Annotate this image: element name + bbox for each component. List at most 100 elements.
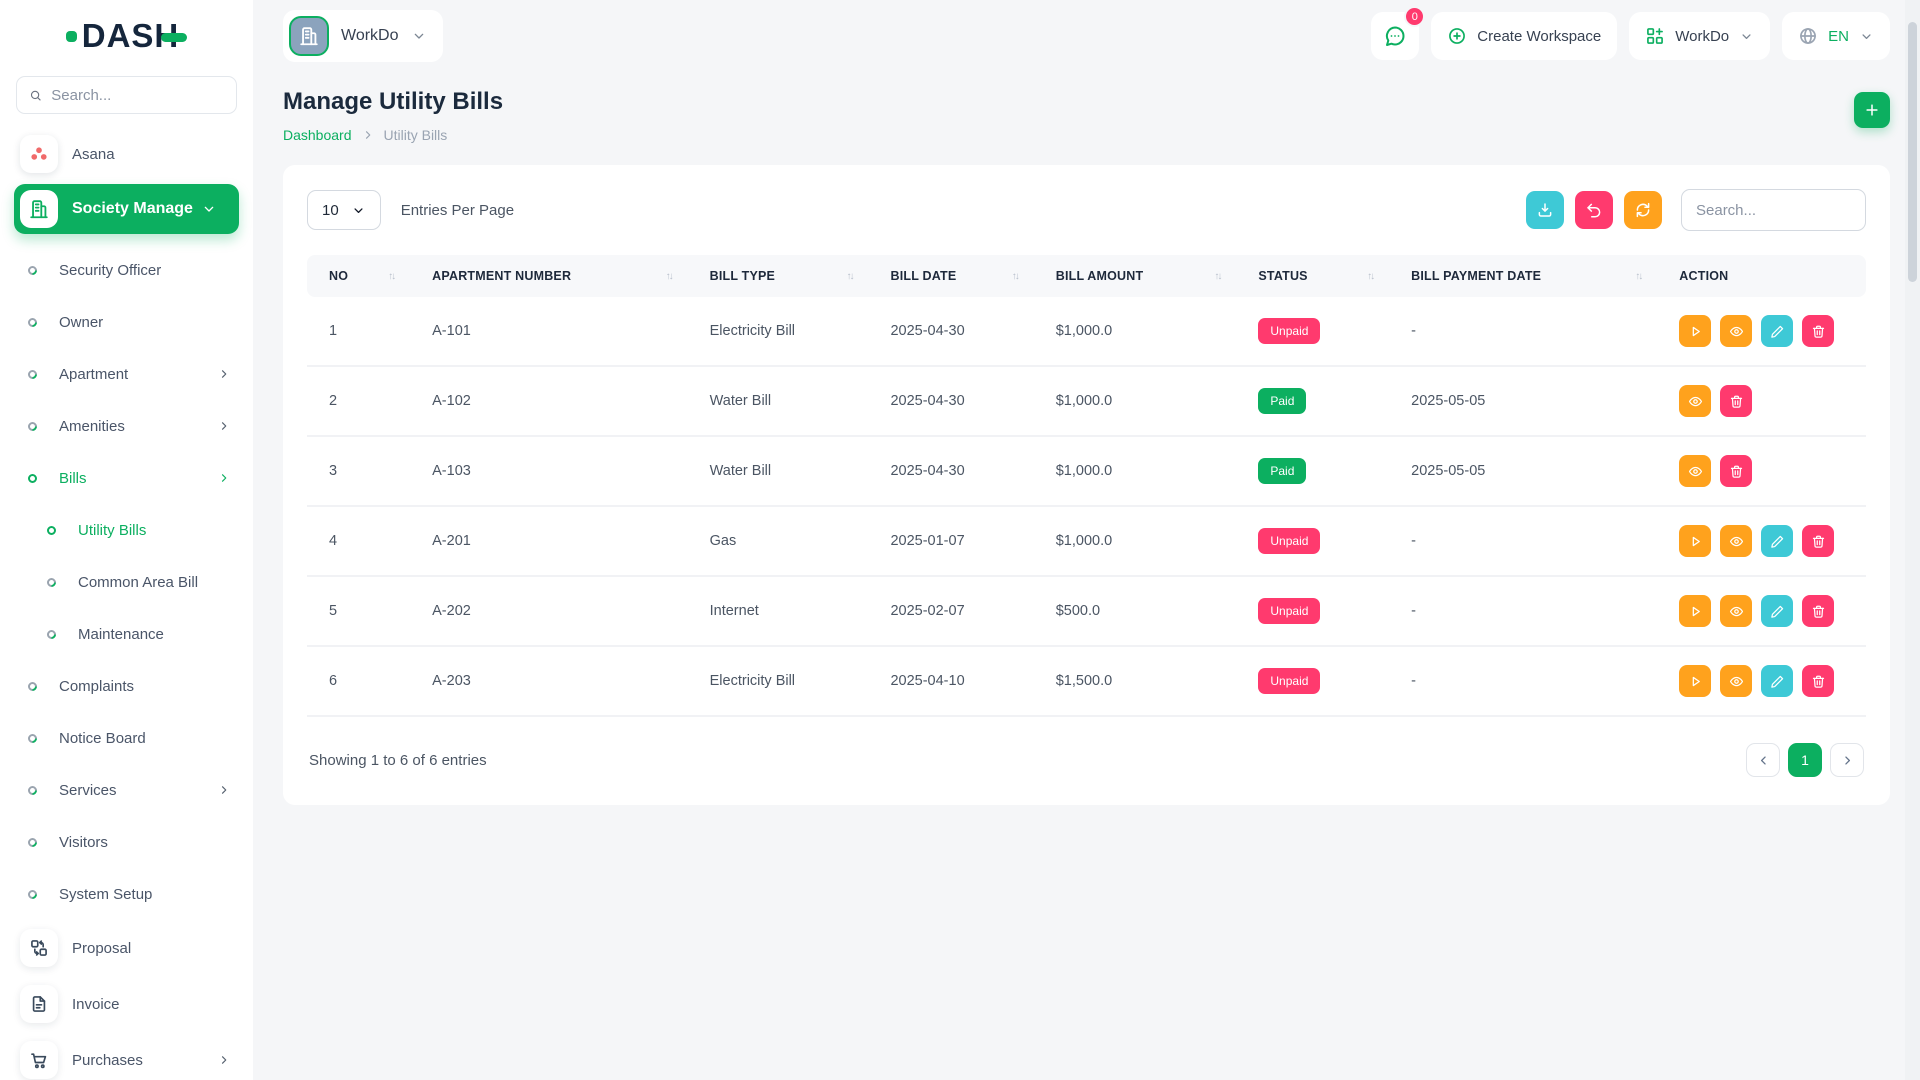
sidebar-item-owner[interactable]: Owner	[14, 296, 239, 348]
sidebar-item-apartment[interactable]: Apartment	[14, 348, 239, 400]
sort-icon[interactable]: ↑↓	[1012, 271, 1024, 282]
sidebar-item-utility-bills[interactable]: Utility Bills	[14, 504, 239, 556]
create-workspace-button[interactable]: Create Workspace	[1431, 12, 1617, 60]
sidebar-item-services[interactable]: Services	[14, 764, 239, 816]
add-bill-button[interactable]	[1854, 92, 1890, 128]
cell-bill-date: 2025-04-30	[874, 297, 1039, 366]
column-header-status[interactable]: STATUS↑↓	[1242, 255, 1395, 297]
cell-action	[1663, 366, 1866, 436]
sort-icon[interactable]: ↑↓	[1635, 271, 1647, 282]
delete-icon	[1729, 464, 1744, 479]
play-action-button[interactable]	[1679, 665, 1711, 697]
play-action-button[interactable]	[1679, 595, 1711, 627]
workspace-switcher[interactable]: WorkDo	[1629, 12, 1770, 60]
eye-action-button[interactable]	[1720, 595, 1752, 627]
sidebar-item-maintenance[interactable]: Maintenance	[14, 608, 239, 660]
eye-icon	[1688, 394, 1703, 409]
column-header-apartment-number[interactable]: APARTMENT NUMBER↑↓	[416, 255, 694, 297]
sort-icon[interactable]: ↑↓	[846, 271, 858, 282]
chevron-right-icon	[1840, 753, 1855, 768]
window-scrollbar[interactable]	[1905, 0, 1920, 1080]
chevron-right-icon	[217, 783, 231, 797]
table-toolbar: 10 Entries Per Page	[307, 189, 1866, 231]
delete-icon	[1811, 604, 1826, 619]
edit-action-button[interactable]	[1761, 525, 1793, 557]
messages-button[interactable]: 0	[1371, 12, 1419, 60]
sort-icon[interactable]: ↑↓	[388, 271, 400, 282]
undo-button[interactable]	[1575, 191, 1613, 229]
sidebar-item-invoice[interactable]: Invoice	[14, 976, 239, 1032]
sidebar-item-system-setup[interactable]: System Setup	[14, 868, 239, 920]
refresh-button[interactable]	[1624, 191, 1662, 229]
eye-action-button[interactable]	[1679, 455, 1711, 487]
table-search-input[interactable]	[1696, 202, 1851, 219]
logo-accent-bar	[161, 33, 187, 42]
cell-bill-type: Water Bill	[694, 436, 875, 506]
pagination-prev-button[interactable]	[1746, 743, 1780, 777]
breadcrumb-dashboard-link[interactable]: Dashboard	[283, 127, 352, 143]
scrollbar-thumb[interactable]	[1908, 22, 1917, 282]
cart-icon	[29, 1050, 49, 1070]
sort-icon[interactable]: ↑↓	[1214, 271, 1226, 282]
sidebar-item-bills[interactable]: Bills	[14, 452, 239, 504]
sidebar-item-label: Apartment	[59, 366, 217, 383]
sidebar-item-notice-board[interactable]: Notice Board	[14, 712, 239, 764]
play-action-button[interactable]	[1679, 315, 1711, 347]
entries-per-page-select[interactable]: 10	[307, 190, 381, 230]
sidebar: DASH AsanaSociety Manage Security Officer…	[0, 0, 253, 1080]
delete-action-button[interactable]	[1720, 385, 1752, 417]
sidebar-item-common-area-bill[interactable]: Common Area Bill	[14, 556, 239, 608]
sidebar-item-society-manage[interactable]: Society Manage	[14, 184, 239, 234]
sort-icon[interactable]: ↑↓	[666, 271, 678, 282]
cell-action	[1663, 436, 1866, 506]
eye-action-button[interactable]	[1720, 525, 1752, 557]
column-header-bill-type[interactable]: BILL TYPE↑↓	[694, 255, 875, 297]
status-badge: Unpaid	[1258, 668, 1320, 694]
workspace-button[interactable]: WorkDo	[283, 10, 443, 62]
sidebar-item-purchases[interactable]: Purchases	[14, 1032, 239, 1080]
sidebar-item-label: Utility Bills	[78, 522, 239, 539]
eye-action-button[interactable]	[1720, 665, 1752, 697]
sidebar-item-security-officer[interactable]: Security Officer	[14, 244, 239, 296]
cell-action	[1663, 576, 1866, 646]
column-header-bill-payment-date[interactable]: BILL PAYMENT DATE↑↓	[1395, 255, 1663, 297]
logo-accent-dot	[66, 31, 77, 42]
language-selector[interactable]: EN	[1782, 12, 1890, 60]
column-header-no[interactable]: NO↑↓	[307, 255, 416, 297]
export-download-button[interactable]	[1526, 191, 1564, 229]
utility-bills-table: NO↑↓APARTMENT NUMBER↑↓BILL TYPE↑↓BILL DA…	[307, 255, 1866, 717]
sidebar-item-asana[interactable]: Asana	[14, 128, 239, 180]
pagination-next-button[interactable]	[1830, 743, 1864, 777]
edit-action-button[interactable]	[1761, 315, 1793, 347]
delete-action-button[interactable]	[1802, 595, 1834, 627]
sort-icon[interactable]: ↑↓	[1367, 271, 1379, 282]
top-bar-right: 0 Create Workspace WorkDo EN	[1371, 12, 1890, 60]
cell-apartment-number: A-203	[416, 646, 694, 716]
column-header-bill-date[interactable]: BILL DATE↑↓	[874, 255, 1039, 297]
delete-action-button[interactable]	[1720, 455, 1752, 487]
delete-action-button[interactable]	[1802, 525, 1834, 557]
delete-action-button[interactable]	[1802, 315, 1834, 347]
table-row: 1A-101Electricity Bill2025-04-30$1,000.0…	[307, 297, 1866, 366]
play-action-button[interactable]	[1679, 525, 1711, 557]
delete-icon	[1729, 394, 1744, 409]
menu-dot-icon	[26, 732, 39, 745]
sidebar-search-input[interactable]	[51, 87, 224, 104]
pagination-page-1-button[interactable]: 1	[1788, 743, 1822, 777]
sidebar-item-proposal[interactable]: Proposal	[14, 920, 239, 976]
sidebar-item-complaints[interactable]: Complaints	[14, 660, 239, 712]
sidebar-item-amenities[interactable]: Amenities	[14, 400, 239, 452]
logo[interactable]: DASH	[14, 0, 239, 72]
edit-action-button[interactable]	[1761, 665, 1793, 697]
search-icon	[29, 88, 42, 103]
eye-action-button[interactable]	[1679, 385, 1711, 417]
table-search	[1681, 189, 1866, 231]
delete-action-button[interactable]	[1802, 665, 1834, 697]
column-header-bill-amount[interactable]: BILL AMOUNT↑↓	[1040, 255, 1243, 297]
edit-action-button[interactable]	[1761, 595, 1793, 627]
cell-apartment-number: A-201	[416, 506, 694, 576]
eye-action-button[interactable]	[1720, 315, 1752, 347]
sidebar-item-visitors[interactable]: Visitors	[14, 816, 239, 868]
page-title: Manage Utility Bills	[283, 88, 503, 116]
menu-dot-icon	[45, 576, 58, 589]
